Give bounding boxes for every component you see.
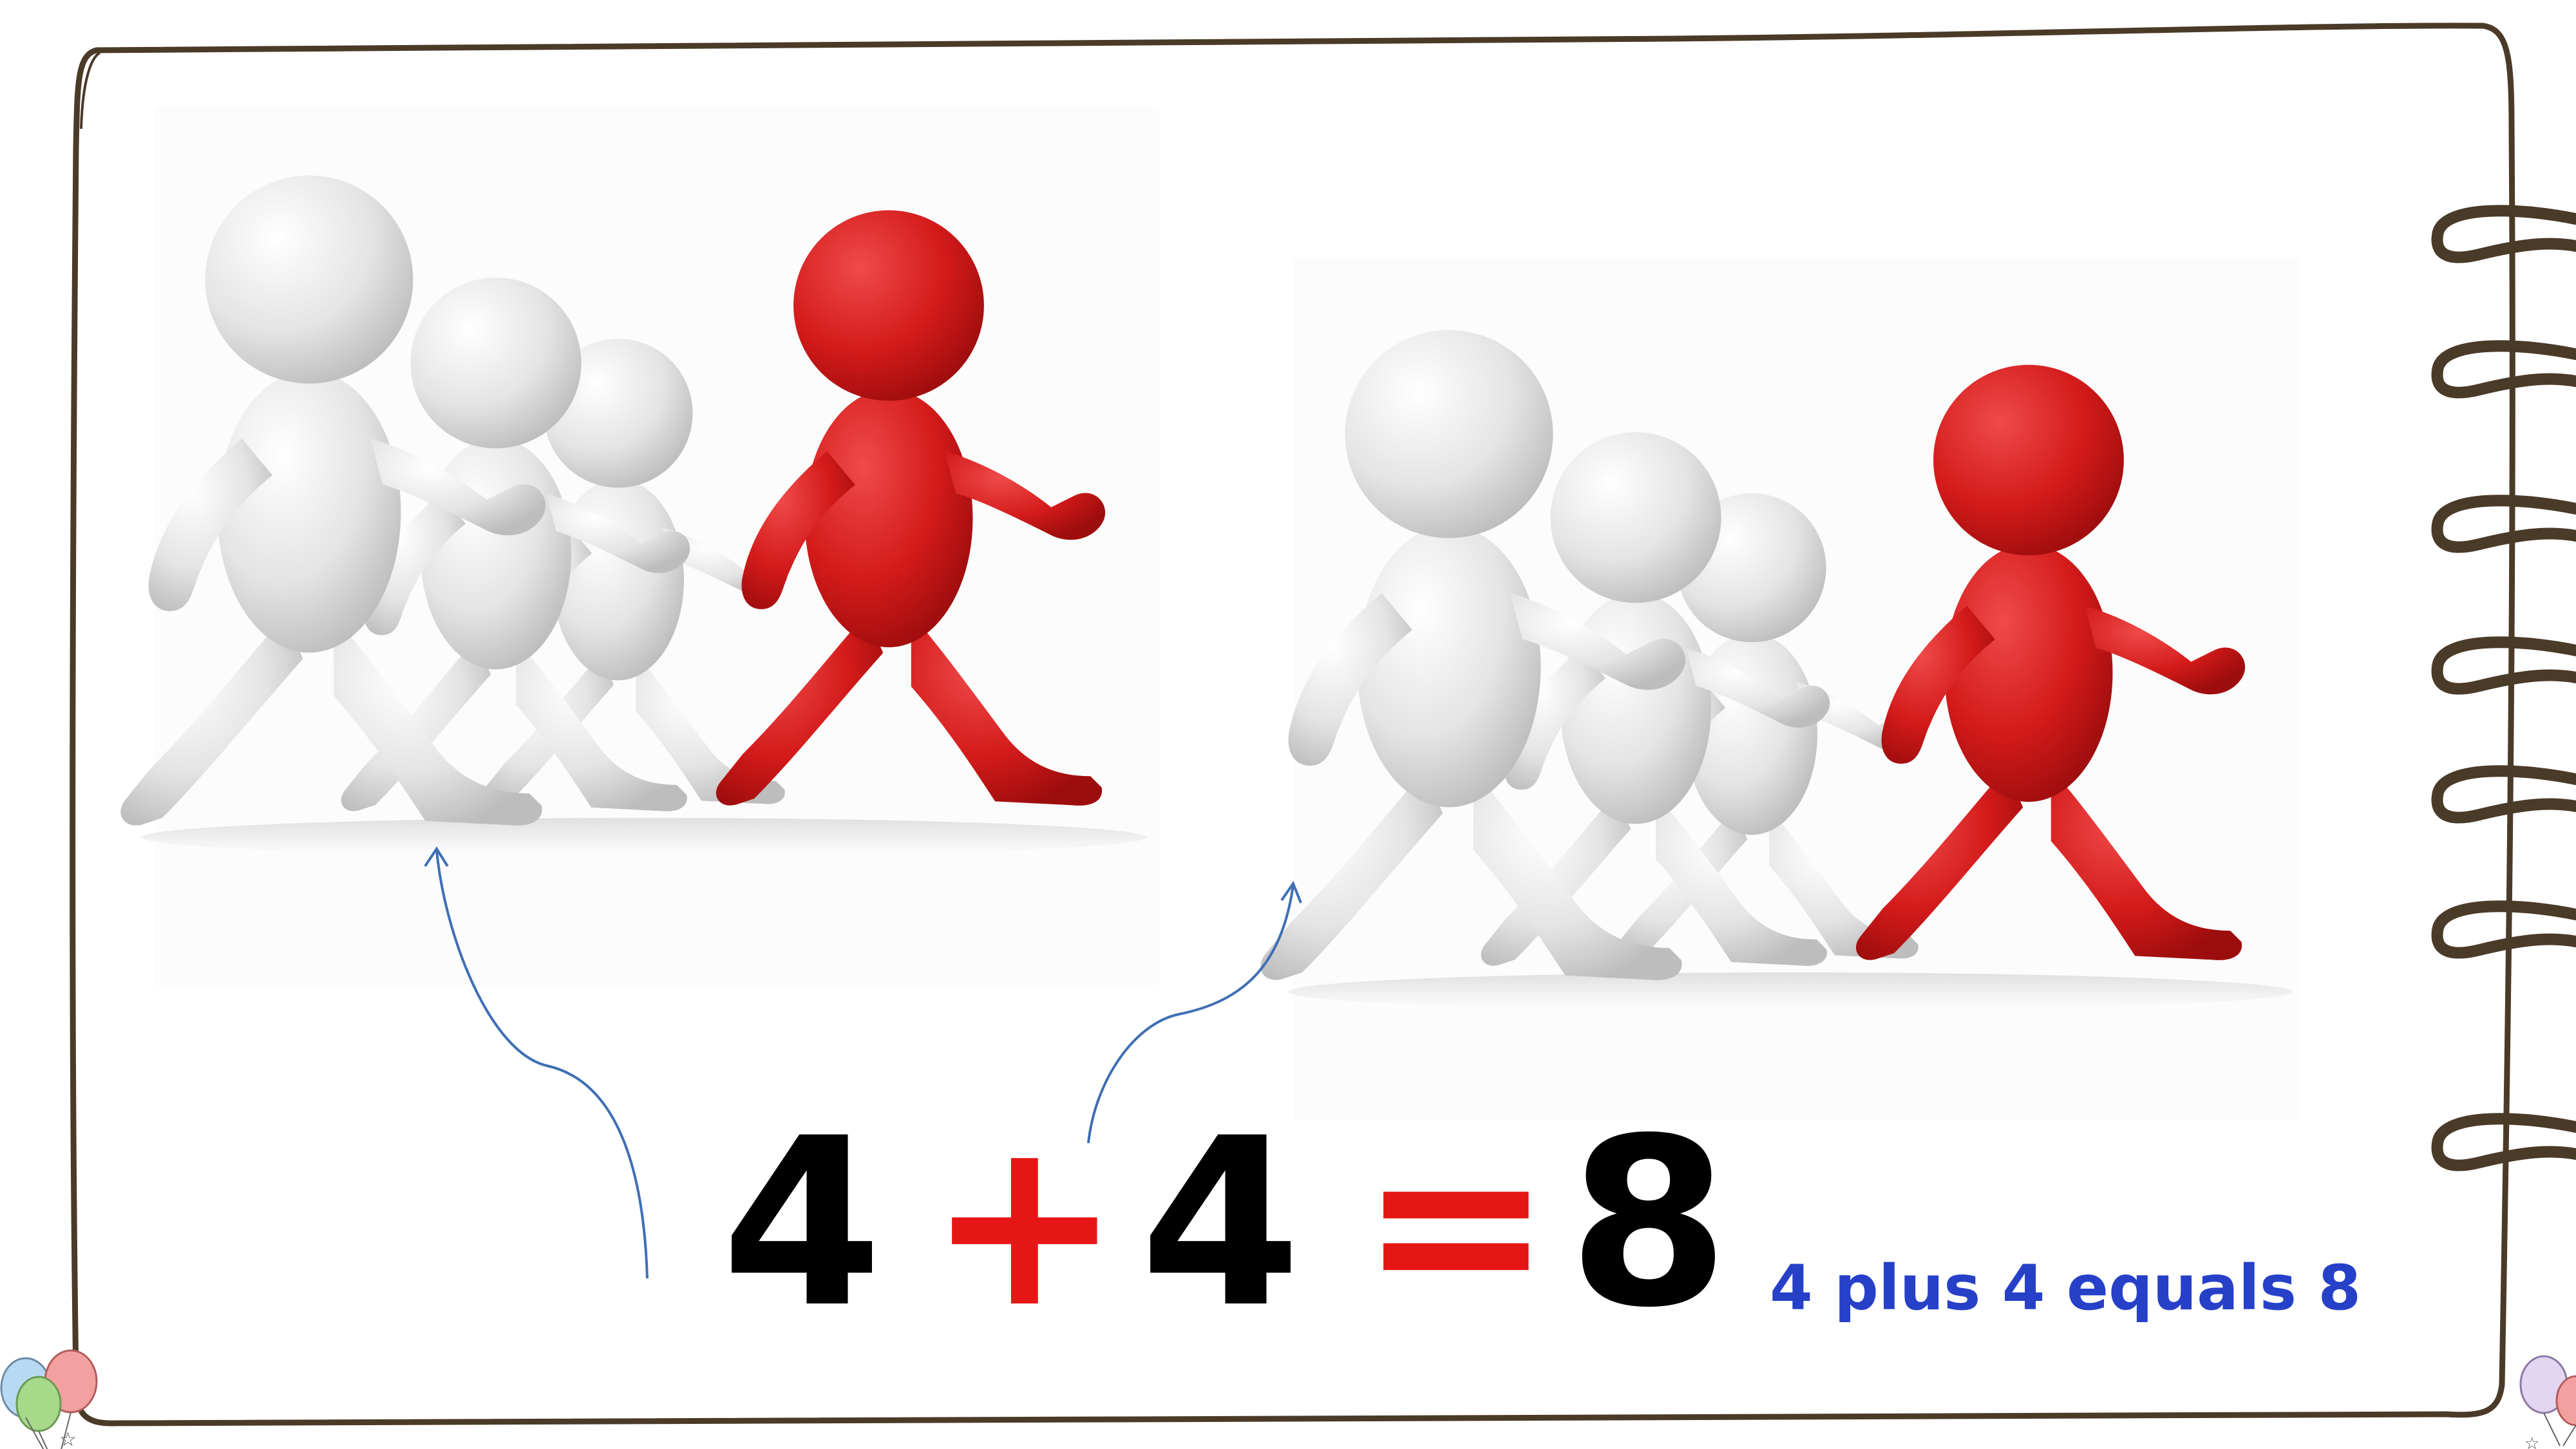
first-addend: 4	[721, 1088, 883, 1358]
balloons-icon: ☆	[2519, 1355, 2576, 1449]
verbal-equation: 4 plus 4 equals 8	[1770, 1252, 2362, 1324]
balloons-icon: ☆	[0, 1349, 98, 1449]
second-addend: 4	[1140, 1088, 1302, 1358]
equals-sign: =	[1359, 1088, 1553, 1358]
sum: 8	[1567, 1088, 1730, 1358]
right-runner-group	[1260, 258, 2299, 1121]
svg-text:☆: ☆	[2524, 1434, 2539, 1449]
plus-sign: +	[927, 1088, 1122, 1358]
svg-text:☆: ☆	[59, 1428, 77, 1449]
left-runner-group	[120, 106, 1159, 985]
slide: ☆ ☆ 4 + 4 = 8 4 plus 4 equals 8	[0, 0, 2576, 1449]
